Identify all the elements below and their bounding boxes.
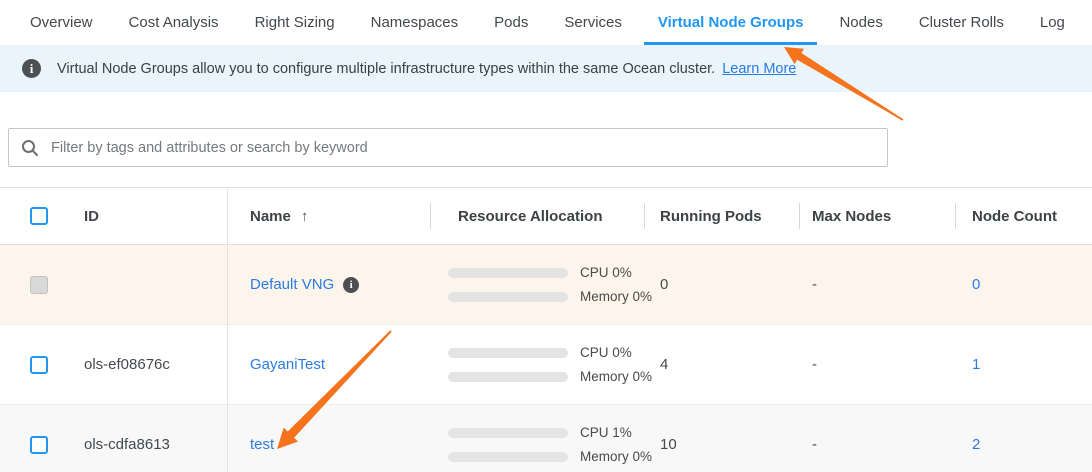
node-count-cell: 0 [955, 245, 1092, 324]
tab-pods[interactable]: Pods [494, 0, 528, 45]
tab-log[interactable]: Log [1040, 0, 1065, 45]
cpu-bar [448, 428, 568, 438]
sort-ascending-icon: ↑ [301, 208, 309, 225]
node-count-cell: 1 [955, 325, 1092, 404]
row-name-cell: GayaniTest [228, 325, 430, 404]
row-id: ols-cdfa8613 [84, 436, 170, 453]
tab-overview[interactable]: Overview [30, 0, 93, 45]
column-header-running-pods[interactable]: Running Pods [644, 188, 799, 244]
node-count-link[interactable]: 0 [972, 276, 980, 293]
table-header-row: ID Name ↑ Resource Allocation Running Po… [0, 188, 1092, 245]
memory-bar-label: Memory 0% [580, 449, 652, 464]
vng-table: ID Name ↑ Resource Allocation Running Po… [0, 187, 1092, 472]
info-banner-text: Virtual Node Groups allow you to configu… [57, 61, 715, 77]
default-vng-info-icon[interactable]: i [343, 277, 359, 293]
memory-bar [448, 292, 568, 302]
search-icon [21, 139, 39, 157]
info-icon: i [22, 59, 41, 78]
cpu-bar [448, 268, 568, 278]
row-select-cell: ols-cdfa8613 [0, 405, 228, 472]
column-header-id[interactable]: ID [84, 208, 99, 225]
node-count-link[interactable]: 2 [972, 436, 980, 453]
tab-virtual-node-groups[interactable]: Virtual Node Groups [644, 0, 818, 45]
column-header-name[interactable]: Name ↑ [228, 188, 430, 244]
cpu-bar-label: CPU 1% [580, 425, 632, 440]
column-header-resource-allocation[interactable]: Resource Allocation [430, 188, 644, 244]
table-row-gayanitest: ols-ef08676c GayaniTest CPU 0% Memory 0% [0, 325, 1092, 405]
running-pods-value: 10 [644, 405, 799, 472]
vng-name-link[interactable]: test [250, 436, 274, 453]
row-name-cell: Default VNG i [228, 245, 430, 324]
cpu-bar-label: CPU 0% [580, 345, 632, 360]
filter-search-box[interactable] [8, 128, 888, 167]
row-select-cell: ols-ef08676c [0, 325, 228, 404]
tab-namespaces[interactable]: Namespaces [371, 0, 459, 45]
table-row-test: ols-cdfa8613 test CPU 1% Memory 0% 10 [0, 405, 1092, 472]
tab-nodes[interactable]: Nodes [839, 0, 882, 45]
column-header-max-nodes[interactable]: Max Nodes [799, 188, 955, 244]
max-nodes-value: - [799, 325, 955, 404]
vng-name-link[interactable]: GayaniTest [250, 356, 325, 373]
row-select-cell [0, 245, 228, 324]
info-banner: i Virtual Node Groups allow you to confi… [0, 45, 1092, 92]
select-all-checkbox[interactable] [30, 207, 48, 225]
memory-bar [448, 452, 568, 462]
tab-cost-analysis[interactable]: Cost Analysis [129, 0, 219, 45]
resource-allocation-cell: CPU 0% Memory 0% [430, 325, 644, 404]
resource-allocation-cell: CPU 1% Memory 0% [430, 405, 644, 472]
node-count-cell: 2 [955, 405, 1092, 472]
virtual-node-groups-page: Overview Cost Analysis Right Sizing Name… [0, 0, 1092, 472]
search-input[interactable] [49, 139, 875, 157]
row-checkbox[interactable] [30, 436, 48, 454]
max-nodes-value: - [799, 405, 955, 472]
memory-bar-label: Memory 0% [580, 369, 652, 384]
header-select-cell: ID [0, 188, 228, 244]
tab-right-sizing[interactable]: Right Sizing [255, 0, 335, 45]
cpu-bar-label: CPU 0% [580, 265, 632, 280]
row-name-cell: test [228, 405, 430, 472]
memory-bar-label: Memory 0% [580, 289, 652, 304]
tab-bar: Overview Cost Analysis Right Sizing Name… [0, 0, 1092, 45]
row-checkbox-disabled [30, 276, 48, 294]
tab-services[interactable]: Services [564, 0, 622, 45]
column-header-name-label: Name [250, 208, 291, 225]
learn-more-link[interactable]: Learn More [722, 61, 796, 77]
column-header-node-count[interactable]: Node Count [955, 188, 1092, 244]
resource-allocation-cell: CPU 0% Memory 0% [430, 245, 644, 324]
node-count-link[interactable]: 1 [972, 356, 980, 373]
running-pods-value: 0 [644, 245, 799, 324]
running-pods-value: 4 [644, 325, 799, 404]
memory-bar [448, 372, 568, 382]
vng-name-link[interactable]: Default VNG [250, 276, 334, 293]
table-row-default-vng: Default VNG i CPU 0% Memory 0% 0 - [0, 245, 1092, 325]
row-checkbox[interactable] [30, 356, 48, 374]
tab-cluster-rolls[interactable]: Cluster Rolls [919, 0, 1004, 45]
cpu-bar [448, 348, 568, 358]
row-id: ols-ef08676c [84, 356, 170, 373]
max-nodes-value: - [799, 245, 955, 324]
